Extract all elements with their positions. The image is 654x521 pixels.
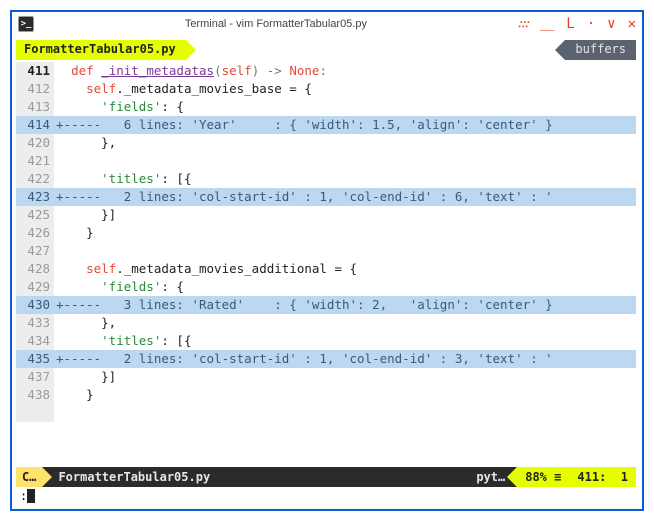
line-number: 437 [16, 368, 54, 386]
code-line[interactable]: 422 'titles': [{ [16, 170, 636, 188]
cmd-prompt: : [20, 489, 27, 503]
code-text: 'titles': [{ [54, 332, 636, 350]
terminal-icon: >_ [18, 16, 34, 32]
line-number: 427 [16, 242, 54, 260]
code-text: }, [54, 314, 636, 332]
code-line[interactable]: 438 } [16, 386, 636, 404]
terminal-window: >_ Terminal - vim FormatterTabular05.py … [10, 10, 644, 511]
statusline: C… FormatterTabular05.py pyt… 88% ≡ 411:… [16, 467, 636, 487]
dot-icon[interactable]: · [587, 16, 595, 32]
code-text: }] [54, 368, 636, 386]
titlebar: >_ Terminal - vim FormatterTabular05.py … [12, 12, 642, 36]
line-number: 433 [16, 314, 54, 332]
status-mode: C… [16, 467, 42, 487]
status-filename: FormatterTabular05.py [42, 467, 468, 487]
code-text: +----- 2 lines: 'col-start-id' : 1, 'col… [54, 188, 636, 206]
line-number: 429 [16, 278, 54, 296]
line-number: 426 [16, 224, 54, 242]
line-number: 422 [16, 170, 54, 188]
status-percent-value: 88% [525, 470, 547, 484]
code-line[interactable]: 421 [16, 152, 636, 170]
maximize-icon[interactable]: L [566, 16, 574, 32]
code-line[interactable]: 427 [16, 242, 636, 260]
code-line[interactable]: 425 }] [16, 206, 636, 224]
line-number: 413 [16, 98, 54, 116]
code-text: +----- 6 lines: 'Year' : { 'width': 1.5,… [54, 116, 636, 134]
window-title: Terminal - vim FormatterTabular05.py [34, 18, 518, 30]
fold-line[interactable]: 435+----- 2 lines: 'col-start-id' : 1, '… [16, 350, 636, 368]
minimize-icon[interactable]: ＿ [540, 14, 554, 34]
code-line[interactable]: 420 }, [16, 134, 636, 152]
code-text: } [54, 386, 636, 404]
code-line[interactable]: 429 'fields': { [16, 278, 636, 296]
line-number: 425 [16, 206, 54, 224]
fold-line[interactable]: 423+----- 2 lines: 'col-start-id' : 1, '… [16, 188, 636, 206]
code-line[interactable]: 434 'titles': [{ [16, 332, 636, 350]
line-number: 414 [16, 116, 54, 134]
line-number: 430 [16, 296, 54, 314]
code-text: } [54, 224, 636, 242]
status-position: 411: 1 [569, 467, 636, 487]
code-text: }, [54, 134, 636, 152]
code-text: 'fields': { [54, 278, 636, 296]
window-kill-icon[interactable]: ∴∵ [518, 17, 528, 31]
code-text: def _init_metadatas(self) -> None: [54, 62, 636, 80]
code-text: +----- 2 lines: 'col-start-id' : 1, 'col… [54, 350, 636, 368]
command-line[interactable]: : [16, 487, 636, 505]
tab-spacer [186, 40, 566, 60]
fold-line[interactable]: 430+----- 3 lines: 'Rated' : { 'width': … [16, 296, 636, 314]
code-text [54, 152, 636, 170]
line-number: 435 [16, 350, 54, 368]
window-controls: ∴∵ ＿ L · ∨ ✕ [518, 14, 636, 34]
line-number: 438 [16, 386, 54, 404]
line-number [16, 404, 54, 422]
buffer-tabline: FormatterTabular05.py buffers [16, 40, 636, 60]
line-number: 434 [16, 332, 54, 350]
tab-active[interactable]: FormatterTabular05.py [16, 40, 186, 60]
code-line[interactable]: 437 }] [16, 368, 636, 386]
close-icon[interactable]: ✕ [628, 16, 636, 32]
tab-buffers-label[interactable]: buffers [565, 40, 636, 60]
line-number: 428 [16, 260, 54, 278]
code-text: 'fields': { [54, 98, 636, 116]
code-text [54, 242, 636, 260]
status-sep-icon: ≡ [554, 470, 561, 484]
code-area[interactable]: 411 def _init_metadatas(self) -> None:41… [16, 62, 636, 467]
line-number: 420 [16, 134, 54, 152]
chevron-down-icon[interactable]: ∨ [607, 16, 615, 32]
code-line[interactable]: 413 'fields': { [16, 98, 636, 116]
code-line[interactable]: 433 }, [16, 314, 636, 332]
status-line: 411 [577, 470, 599, 484]
code-line[interactable]: 426 } [16, 224, 636, 242]
code-text: 'titles': [{ [54, 170, 636, 188]
status-percent: 88% ≡ [517, 467, 569, 487]
line-number: 411 [16, 62, 54, 80]
code-text [54, 404, 636, 422]
code-text: self._metadata_movies_base = { [54, 80, 636, 98]
code-line[interactable]: 412 self._metadata_movies_base = { [16, 80, 636, 98]
code-line[interactable] [16, 404, 636, 422]
fold-line[interactable]: 414+----- 6 lines: 'Year' : { 'width': 1… [16, 116, 636, 134]
status-col: 1 [621, 470, 628, 484]
code-text: +----- 3 lines: 'Rated' : { 'width': 2, … [54, 296, 636, 314]
code-text: self._metadata_movies_additional = { [54, 260, 636, 278]
code-line[interactable]: 411 def _init_metadatas(self) -> None: [16, 62, 636, 80]
line-number: 423 [16, 188, 54, 206]
line-number: 412 [16, 80, 54, 98]
code-line[interactable]: 428 self._metadata_movies_additional = { [16, 260, 636, 278]
terminal-content[interactable]: FormatterTabular05.py buffers 411 def _i… [12, 36, 642, 509]
line-number: 421 [16, 152, 54, 170]
code-text: }] [54, 206, 636, 224]
cursor [27, 489, 35, 503]
